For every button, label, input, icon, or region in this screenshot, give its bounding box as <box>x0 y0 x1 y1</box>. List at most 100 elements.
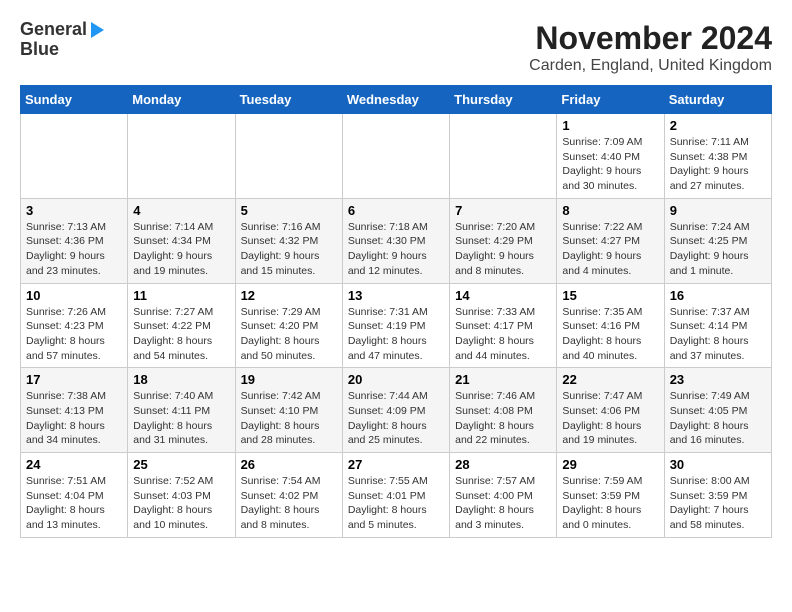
calendar-cell: 23Sunrise: 7:49 AM Sunset: 4:05 PM Dayli… <box>664 368 771 453</box>
calendar-week-3: 10 Sunrise: 7:26 AM Sunset: 4:23 PM Dayli… <box>21 283 772 368</box>
day-number: 24 <box>26 457 122 472</box>
calendar-cell: 12 Sunrise: 7:29 AM Sunset: 4:20 PM Dayli… <box>235 283 342 368</box>
day-info: Sunrise: 7:54 AM Sunset: 4:02 PM Dayligh… <box>241 474 337 533</box>
calendar-cell: 26Sunrise: 7:54 AM Sunset: 4:02 PM Dayli… <box>235 453 342 538</box>
day-number: 11 <box>133 288 229 303</box>
calendar-week-2: 3 Sunrise: 7:13 AM Sunset: 4:36 PM Daylig… <box>21 198 772 283</box>
day-number: 19 <box>241 372 337 387</box>
day-info: Sunrise: 7:40 AM Sunset: 4:11 PM Dayligh… <box>133 389 229 448</box>
day-info: Sunrise: 7:59 AM Sunset: 3:59 PM Dayligh… <box>562 474 658 533</box>
calendar-cell: 4 Sunrise: 7:14 AM Sunset: 4:34 PM Daylig… <box>128 198 235 283</box>
day-info: Sunrise: 7:44 AM Sunset: 4:09 PM Dayligh… <box>348 389 444 448</box>
day-info: Sunrise: 7:35 AM Sunset: 4:16 PM Dayligh… <box>562 305 658 364</box>
logo-general: General <box>20 20 87 40</box>
day-number: 13 <box>348 288 444 303</box>
calendar-cell: 27 Sunrise: 7:55 AM Sunset: 4:01 PM Dayli… <box>342 453 449 538</box>
day-number: 1 <box>562 118 658 133</box>
calendar-cell: 19 Sunrise: 7:42 AM Sunset: 4:10 PM Dayli… <box>235 368 342 453</box>
day-number: 18 <box>133 372 229 387</box>
weekday-header-friday: Friday <box>557 86 664 114</box>
calendar-cell: 13 Sunrise: 7:31 AM Sunset: 4:19 PM Dayli… <box>342 283 449 368</box>
day-info: Sunrise: 7:24 AM Sunset: 4:25 PM Dayligh… <box>670 220 766 279</box>
day-info: Sunrise: 7:13 AM Sunset: 4:36 PM Dayligh… <box>26 220 122 279</box>
day-info: Sunrise: 7:57 AM Sunset: 4:00 PM Dayligh… <box>455 474 551 533</box>
calendar-cell: 20 Sunrise: 7:44 AM Sunset: 4:09 PM Dayli… <box>342 368 449 453</box>
day-info: Sunrise: 7:31 AM Sunset: 4:19 PM Dayligh… <box>348 305 444 364</box>
weekday-header-wednesday: Wednesday <box>342 86 449 114</box>
day-info: Sunrise: 7:55 AM Sunset: 4:01 PM Dayligh… <box>348 474 444 533</box>
calendar-table: SundayMondayTuesdayWednesdayThursdayFrid… <box>20 85 772 538</box>
day-info: Sunrise: 7:20 AM Sunset: 4:29 PM Dayligh… <box>455 220 551 279</box>
day-number: 25 <box>133 457 229 472</box>
calendar-cell: 6 Sunrise: 7:18 AM Sunset: 4:30 PM Daylig… <box>342 198 449 283</box>
day-number: 3 <box>26 203 122 218</box>
calendar-cell: 11 Sunrise: 7:27 AM Sunset: 4:22 PM Dayli… <box>128 283 235 368</box>
calendar-cell <box>450 114 557 199</box>
day-number: 30 <box>670 457 766 472</box>
day-number: 9 <box>670 203 766 218</box>
day-info: Sunrise: 7:33 AM Sunset: 4:17 PM Dayligh… <box>455 305 551 364</box>
day-number: 15 <box>562 288 658 303</box>
day-number: 29 <box>562 457 658 472</box>
day-info: Sunrise: 7:18 AM Sunset: 4:30 PM Dayligh… <box>348 220 444 279</box>
day-number: 20 <box>348 372 444 387</box>
weekday-header-monday: Monday <box>128 86 235 114</box>
day-info: Sunrise: 7:14 AM Sunset: 4:34 PM Dayligh… <box>133 220 229 279</box>
title-area: November 2024 Carden, England, United Ki… <box>529 20 772 75</box>
day-number: 21 <box>455 372 551 387</box>
calendar-cell: 10 Sunrise: 7:26 AM Sunset: 4:23 PM Dayli… <box>21 283 128 368</box>
calendar-cell: 5Sunrise: 7:16 AM Sunset: 4:32 PM Daylig… <box>235 198 342 283</box>
day-info: Sunrise: 7:09 AM Sunset: 4:40 PM Dayligh… <box>562 135 658 194</box>
calendar-week-4: 17 Sunrise: 7:38 AM Sunset: 4:13 PM Dayli… <box>21 368 772 453</box>
calendar-cell: 9 Sunrise: 7:24 AM Sunset: 4:25 PM Daylig… <box>664 198 771 283</box>
page-title: November 2024 <box>529 20 772 57</box>
page-subtitle: Carden, England, United Kingdom <box>529 57 772 75</box>
calendar-cell: 25Sunrise: 7:52 AM Sunset: 4:03 PM Dayli… <box>128 453 235 538</box>
day-number: 12 <box>241 288 337 303</box>
day-number: 2 <box>670 118 766 133</box>
logo: General Blue <box>20 20 104 60</box>
calendar-week-5: 24 Sunrise: 7:51 AM Sunset: 4:04 PM Dayli… <box>21 453 772 538</box>
calendar-cell: 24 Sunrise: 7:51 AM Sunset: 4:04 PM Dayli… <box>21 453 128 538</box>
day-info: Sunrise: 7:27 AM Sunset: 4:22 PM Dayligh… <box>133 305 229 364</box>
day-number: 8 <box>562 203 658 218</box>
calendar-cell: 3 Sunrise: 7:13 AM Sunset: 4:36 PM Daylig… <box>21 198 128 283</box>
day-number: 27 <box>348 457 444 472</box>
day-number: 6 <box>348 203 444 218</box>
day-number: 16 <box>670 288 766 303</box>
calendar-cell: 28 Sunrise: 7:57 AM Sunset: 4:00 PM Dayli… <box>450 453 557 538</box>
day-info: Sunrise: 7:49 AM Sunset: 4:05 PM Dayligh… <box>670 389 766 448</box>
calendar-cell: 15 Sunrise: 7:35 AM Sunset: 4:16 PM Dayli… <box>557 283 664 368</box>
day-info: Sunrise: 7:47 AM Sunset: 4:06 PM Dayligh… <box>562 389 658 448</box>
day-info: Sunrise: 7:38 AM Sunset: 4:13 PM Dayligh… <box>26 389 122 448</box>
day-number: 4 <box>133 203 229 218</box>
day-info: Sunrise: 7:46 AM Sunset: 4:08 PM Dayligh… <box>455 389 551 448</box>
day-number: 22 <box>562 372 658 387</box>
day-info: Sunrise: 7:26 AM Sunset: 4:23 PM Dayligh… <box>26 305 122 364</box>
logo-arrow-icon <box>91 22 104 38</box>
calendar-header-row: SundayMondayTuesdayWednesdayThursdayFrid… <box>21 86 772 114</box>
calendar-cell: 30 Sunrise: 8:00 AM Sunset: 3:59 PM Dayli… <box>664 453 771 538</box>
weekday-header-thursday: Thursday <box>450 86 557 114</box>
header: General Blue November 2024 Carden, Engla… <box>20 20 772 75</box>
day-info: Sunrise: 7:42 AM Sunset: 4:10 PM Dayligh… <box>241 389 337 448</box>
calendar-cell: 8 Sunrise: 7:22 AM Sunset: 4:27 PM Daylig… <box>557 198 664 283</box>
logo-blue: Blue <box>20 40 59 60</box>
weekday-header-sunday: Sunday <box>21 86 128 114</box>
day-info: Sunrise: 8:00 AM Sunset: 3:59 PM Dayligh… <box>670 474 766 533</box>
day-number: 7 <box>455 203 551 218</box>
day-info: Sunrise: 7:16 AM Sunset: 4:32 PM Dayligh… <box>241 220 337 279</box>
calendar-cell <box>21 114 128 199</box>
day-number: 28 <box>455 457 551 472</box>
weekday-header-saturday: Saturday <box>664 86 771 114</box>
calendar-cell: 2Sunrise: 7:11 AM Sunset: 4:38 PM Daylig… <box>664 114 771 199</box>
day-info: Sunrise: 7:22 AM Sunset: 4:27 PM Dayligh… <box>562 220 658 279</box>
day-number: 14 <box>455 288 551 303</box>
day-info: Sunrise: 7:51 AM Sunset: 4:04 PM Dayligh… <box>26 474 122 533</box>
day-number: 10 <box>26 288 122 303</box>
calendar-cell <box>128 114 235 199</box>
calendar-cell: 21 Sunrise: 7:46 AM Sunset: 4:08 PM Dayli… <box>450 368 557 453</box>
day-number: 17 <box>26 372 122 387</box>
day-info: Sunrise: 7:29 AM Sunset: 4:20 PM Dayligh… <box>241 305 337 364</box>
calendar-cell: 17 Sunrise: 7:38 AM Sunset: 4:13 PM Dayli… <box>21 368 128 453</box>
